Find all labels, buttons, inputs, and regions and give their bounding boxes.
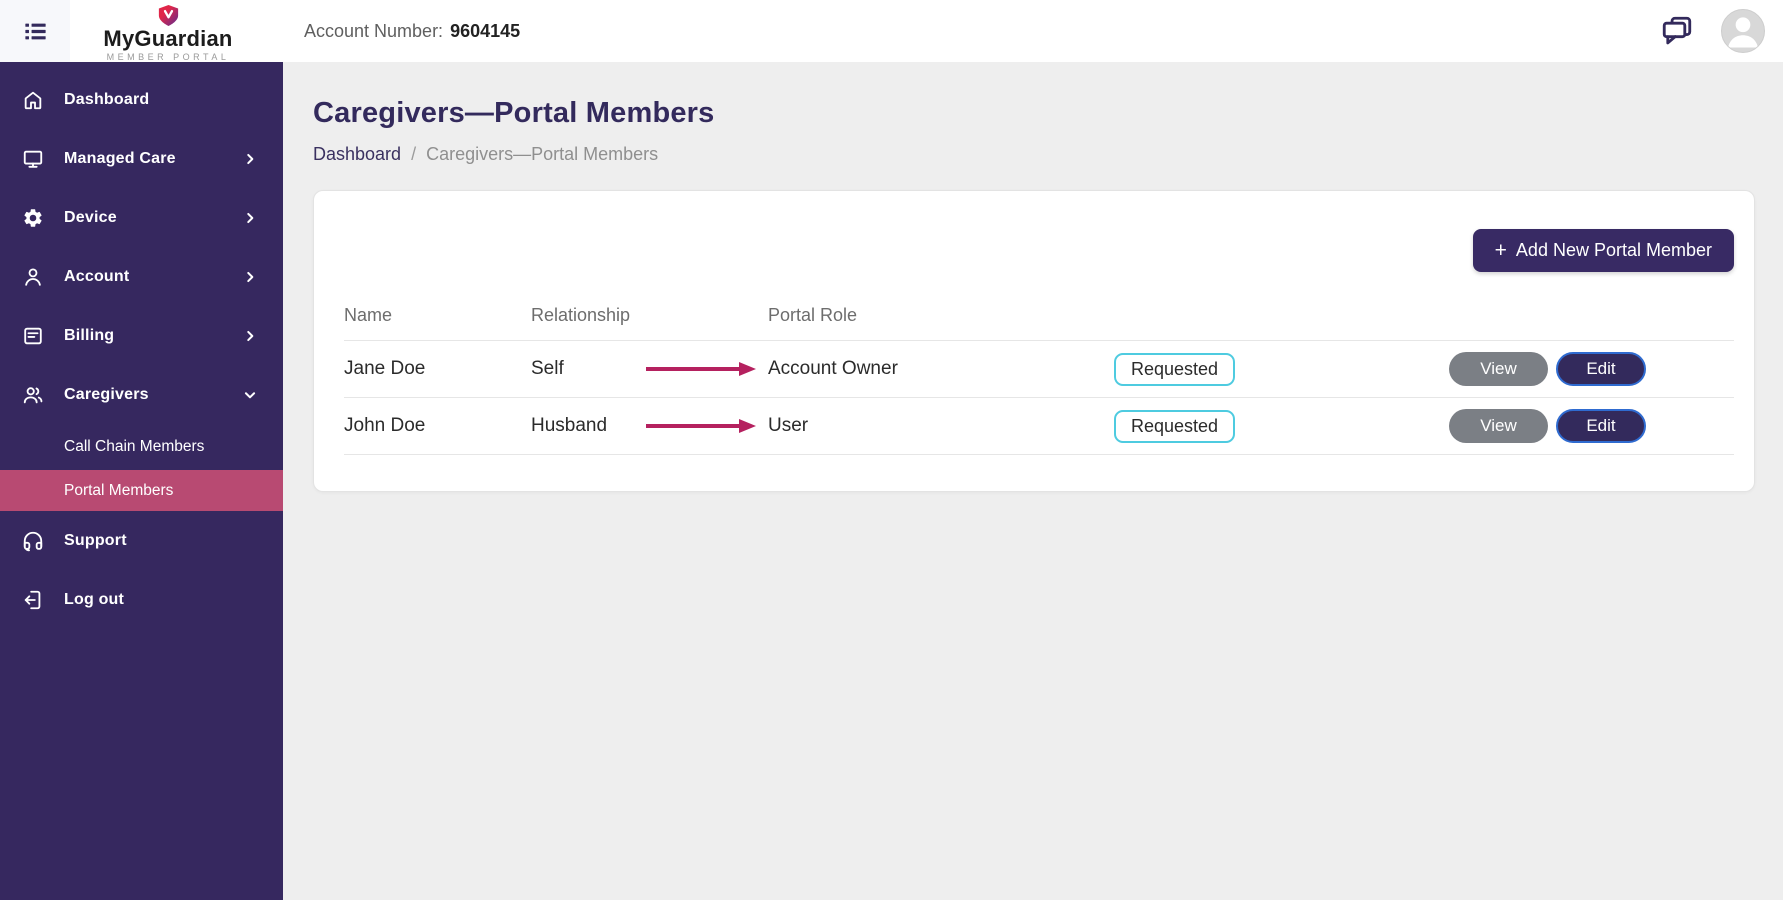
table-header-row: Name Relationship Portal Role [344,291,1734,341]
shield-logo-icon [158,4,178,26]
add-button-label: Add New Portal Member [1515,240,1712,260]
view-button[interactable]: View [1449,409,1548,443]
page-title: Caregivers—Portal Members [313,97,715,129]
sidebar-item-label: Device [64,208,117,226]
sidebar-item-label: Account [64,267,130,285]
sidebar-item-logout[interactable]: Log out [0,570,283,629]
sidebar-item-label: Log out [64,590,125,608]
cell-portal-role: Account Owner [768,358,898,379]
sidebar-item-device[interactable]: Device [0,188,283,247]
chat-button[interactable] [1659,14,1695,48]
header-actions [1659,9,1783,53]
chevron-right-icon [247,271,254,282]
cell-actions: View Edit [1449,352,1734,386]
chevron-right-icon [247,212,254,223]
chat-icon [1662,16,1692,45]
main-content: Caregivers—Portal Members Dashboard / Ca… [283,62,1783,900]
cell-name: John Doe [344,415,426,436]
sidebar-item-label: Managed Care [64,149,176,167]
edit-button[interactable]: Edit [1556,409,1646,443]
sidebar-subitem-label: Portal Members [64,481,174,499]
brand-tagline: MEMBER PORTAL [106,52,230,63]
cell-status: Requested [1114,352,1449,386]
breadcrumb-dashboard-link[interactable]: Dashboard [313,144,401,165]
table-row: Jane Doe Self Account Owner Requested Vi… [344,341,1734,398]
sidebar-item-label: Billing [64,326,115,344]
sidebar-item-label: Dashboard [64,90,150,108]
sidebar-item-dashboard[interactable]: Dashboard [0,70,283,129]
billing-icon [24,327,42,344]
sidebar-item-support[interactable]: Support [0,511,283,570]
user-avatar-icon [1728,17,1758,48]
relationship-value: Self [531,358,564,379]
chevron-right-icon [247,153,254,164]
portal-members-card: + Add New Portal Member Name Relationshi… [313,190,1755,492]
account-number-value: 9604145 [450,20,521,41]
home-icon [24,91,42,109]
column-header-name: Name [344,305,393,325]
column-header-relationship: Relationship [531,305,631,325]
sidebar-subitem-call-chain-members[interactable]: Call Chain Members [0,424,283,470]
cell-relationship: Self [531,358,768,380]
sidebar-item-billing[interactable]: Billing [0,306,283,365]
user-icon [25,267,41,286]
sidebar-item-caregivers[interactable]: Caregivers [0,365,283,424]
breadcrumb-separator: / [411,144,417,164]
brand-logo[interactable]: MyGuardian MEMBER PORTAL [70,0,266,62]
brand-name: MyGuardian [103,25,233,51]
logout-icon [24,590,41,609]
avatar[interactable] [1721,9,1765,53]
cell-status: Requested [1114,409,1449,443]
column-header-portal-role: Portal Role [768,305,858,325]
account-number-label: Account Number: [304,20,444,41]
cell-relationship: Husband [531,415,768,437]
account-number: Account Number: 9604145 [304,21,520,42]
gear-icon [24,208,42,227]
sidebar-subitem-portal-members[interactable]: Portal Members [0,470,283,511]
relationship-value: Husband [531,415,608,436]
add-new-portal-member-button[interactable]: + Add New Portal Member [1472,229,1734,272]
sidebar-item-account[interactable]: Account [0,247,283,306]
breadcrumb: Dashboard / Caregivers—Portal Members [313,144,1755,165]
sidebar-item-label: Support [64,531,127,549]
sidebar-subitem-label: Call Chain Members [64,438,205,455]
menu-toggle-button[interactable] [0,0,70,62]
status-badge: Requested [1114,352,1236,386]
list-menu-icon [24,23,46,39]
monitor-icon [23,150,43,168]
sidebar-nav: Dashboard Managed Care Device Account Bi… [0,62,283,900]
table-row: John Doe Husband User Requested View Edi… [344,398,1734,455]
status-badge: Requested [1114,409,1236,443]
cell-actions: View Edit [1449,409,1734,443]
cell-name: Jane Doe [344,358,426,379]
arrow-right-icon [646,362,756,376]
chevron-right-icon [247,330,254,341]
sidebar-item-label: Caregivers [64,385,149,403]
breadcrumb-current: Caregivers—Portal Members [426,144,659,164]
sidebar-item-managed-care[interactable]: Managed Care [0,129,283,188]
cell-portal-role: User [768,415,809,436]
chevron-down-icon [244,391,256,398]
caregivers-icon [23,386,43,403]
view-button[interactable]: View [1449,352,1548,386]
arrow-right-icon [646,419,756,433]
app-window: MyGuardian MEMBER PORTAL Account Number:… [0,0,1783,900]
plus-icon: + [1494,239,1507,262]
headset-icon [23,531,43,551]
top-header: MyGuardian MEMBER PORTAL Account Number:… [0,0,1783,62]
edit-button[interactable]: Edit [1556,352,1646,386]
